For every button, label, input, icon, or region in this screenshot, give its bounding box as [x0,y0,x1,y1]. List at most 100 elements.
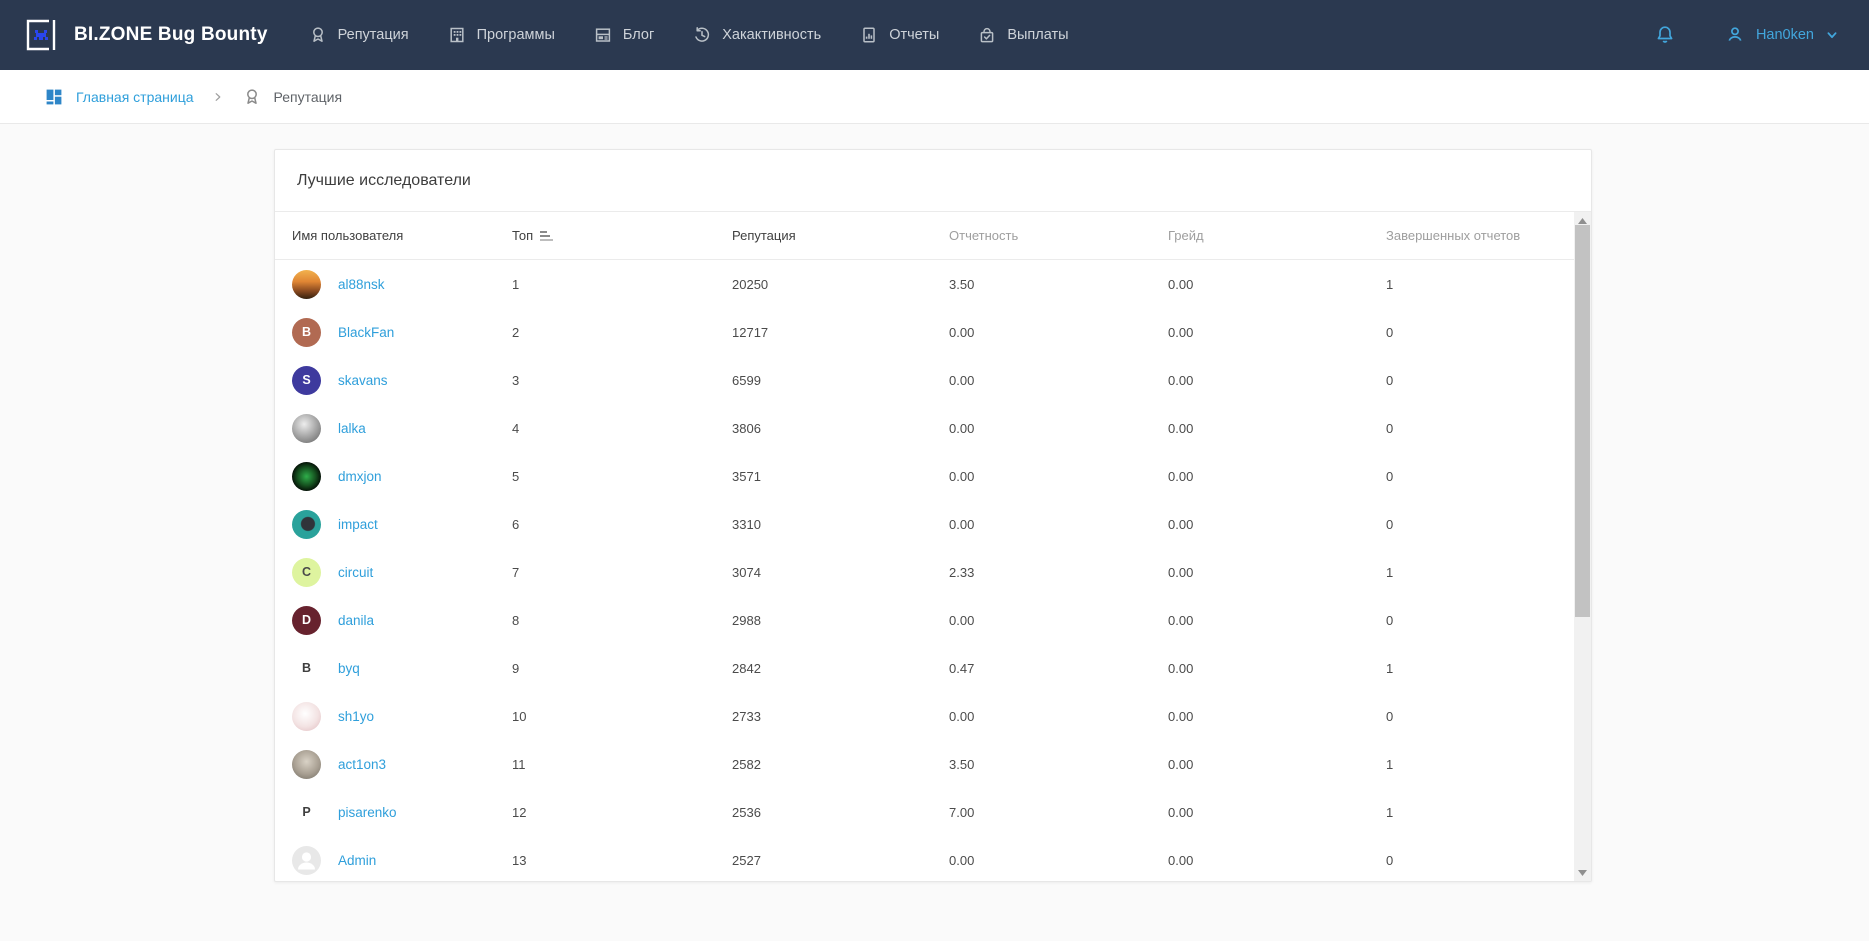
building-icon [447,25,467,45]
cell-reputation: 20250 [732,277,949,292]
user-cell: lalka [292,414,512,443]
column-header-2[interactable]: Репутация [732,228,949,243]
table-row: S skavans 3 6599 0.00 0.00 0 [275,356,1591,404]
report-document-icon [859,25,879,45]
cell-reputation: 2733 [732,709,949,724]
username-link[interactable]: skavans [338,373,388,388]
username-link[interactable]: Admin [338,853,376,868]
username-link[interactable]: act1on3 [338,757,386,772]
card-title: Лучшие исследователи [275,150,1591,212]
cell-reputation: 3806 [732,421,949,436]
cell-reporting: 3.50 [949,277,1168,292]
nav-label: Блог [623,27,654,43]
username-link[interactable]: dmxjon [338,469,382,484]
avatar [292,462,321,491]
scrollbar-thumb[interactable] [1575,225,1590,617]
avatar: C [292,558,321,587]
cell-grade: 0.00 [1168,469,1386,484]
column-header-1[interactable]: Топ [512,228,732,243]
user-cell: Admin [292,846,512,875]
cell-top: 1 [512,277,732,292]
cell-completed: 0 [1386,853,1574,868]
nav-item-reports[interactable]: Отчеты [859,25,939,45]
cell-reporting: 0.00 [949,469,1168,484]
cell-completed: 0 [1386,373,1574,388]
nav-item-payments[interactable]: Выплаты [977,25,1068,45]
cell-grade: 0.00 [1168,277,1386,292]
column-header-label: Завершенных отчетов [1386,228,1520,243]
username-link[interactable]: lalka [338,421,366,436]
cell-top: 6 [512,517,732,532]
user-cell: al88nsk [292,270,512,299]
nav-label: Отчеты [889,27,939,43]
vertical-scrollbar[interactable] [1574,212,1591,881]
cell-reputation: 3571 [732,469,949,484]
table-row: Admin 13 2527 0.00 0.00 0 [275,836,1591,882]
table-row: D danila 8 2988 0.00 0.00 0 [275,596,1591,644]
brand-title: BI.ZONE Bug Bounty [74,24,268,46]
column-header-0[interactable]: Имя пользователя [292,228,512,243]
user-menu[interactable]: Han0ken [1723,23,1841,47]
cell-reporting: 0.00 [949,325,1168,340]
cell-grade: 0.00 [1168,421,1386,436]
nav-item-reputation[interactable]: Репутация [308,25,409,45]
column-header-label: Репутация [732,228,796,243]
cell-reputation: 2527 [732,853,949,868]
user-cell: B byq [292,654,512,683]
top-researchers-card: Лучшие исследователи Имя пользователяТоп… [274,149,1592,882]
username-link[interactable]: al88nsk [338,277,385,292]
table-row: impact 6 3310 0.00 0.00 0 [275,500,1591,548]
breadcrumb: Главная страница Репутация [0,70,1869,124]
nav-item-programs[interactable]: Программы [447,25,555,45]
nav-item-blog[interactable]: Блог [593,25,654,45]
cell-completed: 0 [1386,325,1574,340]
avatar [292,510,321,539]
cell-top: 11 [512,757,732,772]
cell-reputation: 3074 [732,565,949,580]
main-content: Лучшие исследователи Имя пользователяТоп… [0,124,1869,882]
avatar [292,702,321,731]
cell-reporting: 0.00 [949,517,1168,532]
username-link[interactable]: pisarenko [338,805,397,820]
breadcrumb-home-link[interactable]: Главная страница [76,89,194,105]
cell-reporting: 0.47 [949,661,1168,676]
payments-bag-icon [977,25,997,45]
nav-label: Выплаты [1007,27,1068,43]
brand-logo[interactable]: BI.ZONE Bug Bounty [18,12,268,58]
medal-icon [308,25,328,45]
user-cell: act1on3 [292,750,512,779]
table-body: al88nsk 1 20250 3.50 0.00 1 B BlackFan 2… [275,260,1591,882]
username-link[interactable]: sh1yo [338,709,374,724]
column-header-3[interactable]: Отчетность [949,228,1168,243]
avatar [292,270,321,299]
cell-grade: 0.00 [1168,757,1386,772]
column-header-4[interactable]: Грейд [1168,228,1386,243]
username-link[interactable]: circuit [338,565,373,580]
cell-reputation: 3310 [732,517,949,532]
bell-icon[interactable] [1653,23,1677,47]
cell-reporting: 3.50 [949,757,1168,772]
username-link[interactable]: danila [338,613,374,628]
cell-completed: 0 [1386,469,1574,484]
cell-reporting: 7.00 [949,805,1168,820]
username-link[interactable]: impact [338,517,378,532]
column-header-5[interactable]: Завершенных отчетов [1386,228,1574,243]
main-menu: Репутация Программы Блог [308,25,1069,45]
newspaper-icon [593,25,613,45]
username-link[interactable]: BlackFan [338,325,394,340]
cell-reputation: 2582 [732,757,949,772]
person-placeholder-icon [292,846,321,875]
username-link[interactable]: byq [338,661,360,676]
scroll-down-arrow[interactable] [1574,864,1591,881]
bizone-logo-icon [18,12,64,58]
user-cell: dmxjon [292,462,512,491]
username-label: Han0ken [1756,27,1814,43]
cell-grade: 0.00 [1168,613,1386,628]
cell-top: 12 [512,805,732,820]
avatar-letter: C [302,565,311,579]
cell-grade: 0.00 [1168,853,1386,868]
cell-completed: 1 [1386,565,1574,580]
nav-item-hackactivity[interactable]: Хакактивность [692,25,821,45]
cell-grade: 0.00 [1168,661,1386,676]
cell-completed: 0 [1386,613,1574,628]
